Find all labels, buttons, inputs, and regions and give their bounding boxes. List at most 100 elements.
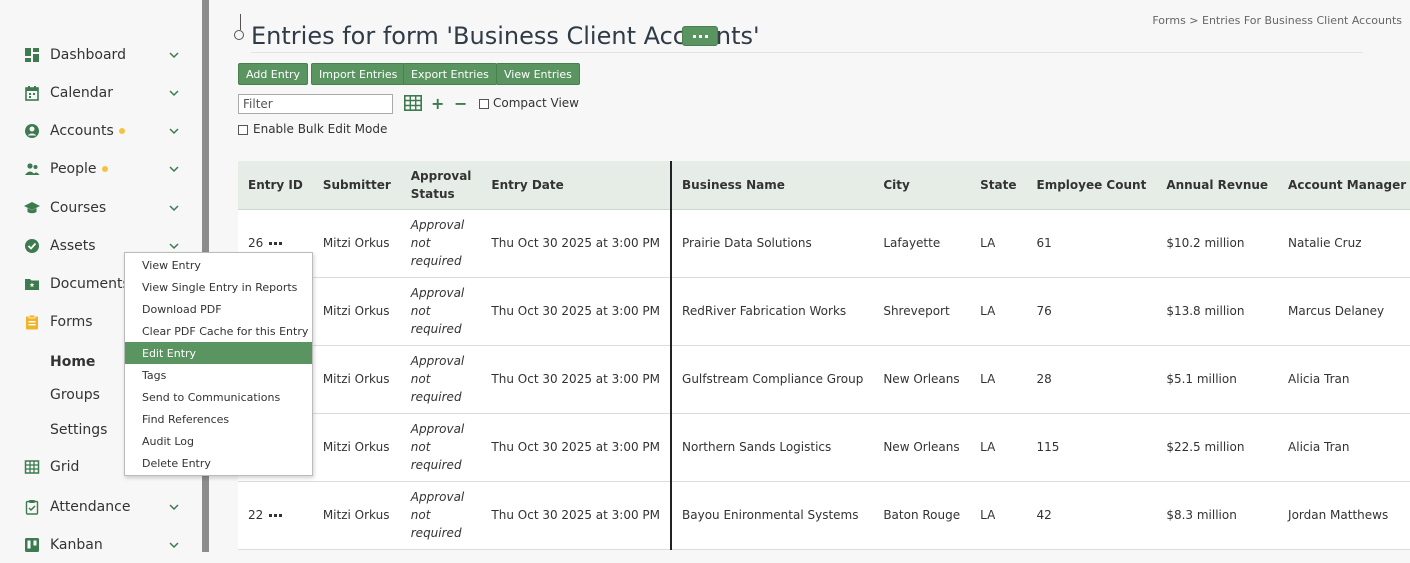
state-cell: LA (970, 481, 1027, 550)
sidebar-subitem-settings[interactable]: Settings (50, 422, 107, 438)
header-divider (251, 52, 1363, 53)
table-row[interactable]: 23 Mitzi Orkus Approval not required Thu… (238, 413, 1410, 482)
table-grid-icon[interactable] (404, 95, 422, 111)
submitter-cell: Mitzi Orkus (312, 277, 401, 346)
sidebar-item-label: Forms (50, 314, 93, 330)
entry-date-cell: Thu Oct 30 2025 at 3:00 PM (481, 413, 673, 482)
table-grid-icon (24, 459, 40, 475)
sidebar-item-people[interactable]: People (0, 151, 202, 187)
chevron-down-icon[interactable] (168, 501, 180, 513)
menu-item-find-references[interactable]: Find References (125, 408, 312, 430)
annual-revenue-cell: $10.2 million (1156, 209, 1279, 278)
menu-item-clear-pdf-cache[interactable]: Clear PDF Cache for this Entry (125, 320, 312, 342)
chevron-down-icon[interactable] (168, 49, 180, 61)
menu-item-delete-entry[interactable]: Delete Entry (125, 452, 312, 474)
import-entries-button[interactable]: Import Entries (311, 63, 406, 85)
header-decoration-circle (234, 30, 244, 40)
approval-cell: Approval not required (400, 481, 482, 550)
city-cell: Baton Rouge (873, 481, 971, 550)
column-header[interactable]: Account Manager (1278, 161, 1410, 210)
sidebar-item-accounts[interactable]: Accounts (0, 113, 202, 149)
compact-view-label: Compact View (493, 96, 579, 110)
table-row[interactable]: 24 Mitzi Orkus Approval not required Thu… (238, 345, 1410, 414)
export-entries-button[interactable]: Export Entries (403, 63, 497, 85)
submitter-cell: Mitzi Orkus (312, 481, 401, 550)
bulk-edit-label: Enable Bulk Edit Mode (253, 122, 388, 136)
column-header[interactable]: State (970, 161, 1027, 210)
city-cell: Lafayette (873, 209, 971, 278)
chevron-down-icon[interactable] (168, 87, 180, 99)
filter-input[interactable] (238, 94, 393, 114)
approval-status: Approval not required (410, 354, 465, 404)
column-header[interactable]: Employee Count (1026, 161, 1157, 210)
sidebar-subitem-groups[interactable]: Groups (50, 387, 100, 403)
chevron-down-icon[interactable] (168, 202, 180, 214)
column-header[interactable]: City (873, 161, 971, 210)
sidebar-item-dashboard[interactable]: Dashboard (0, 37, 202, 73)
minus-icon[interactable]: − (454, 96, 467, 112)
approval-cell: Approval not required (400, 345, 482, 414)
menu-item-view-single-entry-in-reports[interactable]: View Single Entry in Reports (125, 276, 312, 298)
entry-date-cell: Thu Oct 30 2025 at 3:00 PM (481, 481, 673, 550)
view-entries-button[interactable]: View Entries (496, 63, 580, 85)
table-header-row: Entry ID Submitter Approval Status Entry… (238, 161, 1410, 210)
folder-icon (24, 276, 40, 292)
column-header[interactable]: Approval Status (400, 161, 482, 210)
business-name-cell: Gulfstream Compliance Group (671, 345, 874, 414)
sidebar-item-label: Accounts (50, 123, 114, 139)
account-manager-cell: Alicia Tran (1278, 345, 1410, 414)
sidebar-item-calendar[interactable]: Calendar (0, 75, 202, 111)
check-circle-icon (24, 238, 40, 254)
sidebar-item-kanban[interactable]: Kanban (0, 527, 202, 563)
sidebar-item-attendance[interactable]: Attendance (0, 489, 202, 525)
approval-cell: Approval not required (400, 209, 482, 278)
table-row[interactable]: 22 Mitzi Orkus Approval not required Thu… (238, 481, 1410, 550)
sidebar-item-courses[interactable]: Courses (0, 190, 202, 226)
sidebar-item-label: Grid (50, 459, 80, 475)
menu-item-send-to-communications[interactable]: Send to Communications (125, 386, 312, 408)
graduation-cap-icon (24, 200, 40, 216)
table-row[interactable]: 25 Mitzi Orkus Approval not required Thu… (238, 277, 1410, 346)
state-cell: LA (970, 209, 1027, 278)
header-decoration-line (240, 14, 241, 30)
column-header[interactable]: Entry Date (481, 161, 673, 210)
state-cell: LA (970, 345, 1027, 414)
chevron-down-icon[interactable] (168, 125, 180, 137)
plus-icon[interactable]: + (431, 96, 444, 112)
sidebar-item-label: Dashboard (50, 47, 126, 63)
row-more-icon[interactable] (269, 242, 283, 245)
employee-count-cell: 76 (1026, 277, 1157, 346)
title-more-button[interactable] (682, 26, 718, 46)
sidebar-subitem-home[interactable]: Home (50, 354, 95, 370)
chevron-down-icon[interactable] (168, 163, 180, 175)
city-cell: New Orleans (873, 413, 971, 482)
chevron-down-icon[interactable] (168, 539, 180, 551)
row-more-icon[interactable] (269, 514, 283, 517)
city-cell: Shreveport (873, 277, 971, 346)
breadcrumb[interactable]: Forms > Entries For Business Client Acco… (1152, 14, 1402, 27)
column-header[interactable]: Entry ID (238, 161, 313, 210)
column-header[interactable]: Submitter (312, 161, 401, 210)
table-row[interactable]: 26 Mitzi Orkus Approval not required Thu… (238, 209, 1410, 278)
chevron-down-icon[interactable] (168, 240, 180, 252)
bulk-edit-checkbox[interactable] (238, 125, 248, 135)
menu-item-edit-entry[interactable]: Edit Entry (125, 342, 312, 364)
compact-view-checkbox[interactable] (479, 99, 489, 109)
menu-item-download-pdf[interactable]: Download PDF (125, 298, 312, 320)
column-header[interactable]: Annual Revnue (1156, 161, 1279, 210)
approval-cell: Approval not required (400, 413, 482, 482)
menu-item-audit-log[interactable]: Audit Log (125, 430, 312, 452)
account-manager-cell: Natalie Cruz (1278, 209, 1410, 278)
menu-item-tags[interactable]: Tags (125, 364, 312, 386)
business-name-cell: Northern Sands Logistics (671, 413, 874, 482)
approval-cell: Approval not required (400, 277, 482, 346)
sidebar-item-label-wrap: Accounts (50, 123, 125, 139)
submitter-cell: Mitzi Orkus (312, 345, 401, 414)
menu-item-view-entry[interactable]: View Entry (125, 254, 312, 276)
column-header[interactable]: Business Name (671, 161, 874, 210)
sidebar-item-label: Documents (50, 276, 130, 292)
add-entry-button[interactable]: Add Entry (238, 63, 309, 85)
submitter-cell: Mitzi Orkus (312, 413, 401, 482)
entry-id: 26 (248, 236, 264, 250)
city-cell: New Orleans (873, 345, 971, 414)
